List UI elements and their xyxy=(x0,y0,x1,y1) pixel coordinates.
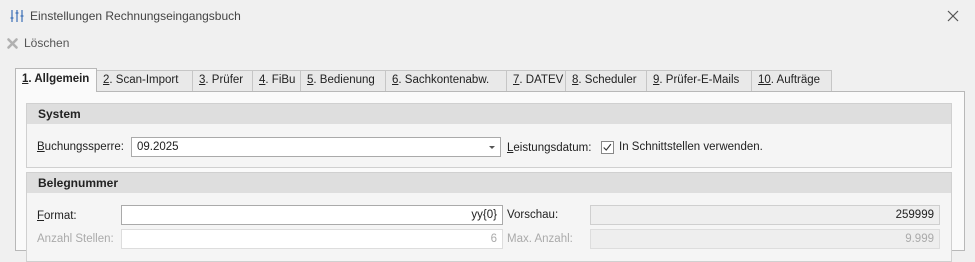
tab-bedienung[interactable]: 5. Bedienung xyxy=(300,70,386,91)
delete-icon xyxy=(7,37,18,49)
max-anzahl-field: 9.999 xyxy=(590,229,940,249)
tab-number: 10 xyxy=(758,74,771,86)
tab-scan-import[interactable]: 2. Scan-Import xyxy=(96,70,193,91)
max-anzahl-label: Max. Anzahl: xyxy=(507,233,573,245)
tab-panel-allgemein: System Buchungssperre: 09.2025 Leistungs… xyxy=(15,91,965,262)
buchungssperre-value: 09.2025 xyxy=(137,141,179,153)
window-title: Einstellungen Rechnungseingangsbuch xyxy=(30,9,241,23)
settings-sliders-icon xyxy=(10,10,24,22)
group-header-belegnummer: Belegnummer xyxy=(27,173,951,193)
buchungssperre-dropdown[interactable]: 09.2025 xyxy=(131,137,501,157)
label-accesskey: F xyxy=(37,210,45,222)
label-text: eistungsdatum: xyxy=(513,142,592,154)
label-text: ormat: xyxy=(44,210,77,222)
tab-auftraege[interactable]: 10. Aufträge xyxy=(751,70,832,91)
schnittstellen-label: In Schnittstellen verwenden. xyxy=(619,141,763,153)
tab-allgemein[interactable]: 1. Allgemein xyxy=(15,68,97,92)
tab-label: . Scheduler xyxy=(578,74,637,86)
group-header-system: System xyxy=(27,104,951,124)
tab-fibu[interactable]: 4. FiBu xyxy=(252,70,301,91)
anzahl-stellen-input[interactable]: 6 xyxy=(121,229,503,249)
close-icon[interactable] xyxy=(945,8,961,24)
tab-label: . Allgemein xyxy=(28,73,90,85)
vorschau-field: 259999 xyxy=(590,205,940,225)
checkmark-icon xyxy=(603,143,612,151)
label-accesskey: B xyxy=(37,141,45,153)
tab-scheduler[interactable]: 8. Scheduler xyxy=(565,70,647,91)
tab-label: . Prüfer xyxy=(205,74,244,86)
tab-label: . Aufträge xyxy=(770,74,821,86)
tab-pruefer[interactable]: 3. Prüfer xyxy=(192,70,253,91)
tab-label: . FiBu xyxy=(265,74,296,86)
label-text: uchungssperre: xyxy=(44,141,124,153)
group-belegnummer: Belegnummer Format: yy{0} Vorschau: 2599… xyxy=(26,172,952,262)
title-bar: Einstellungen Rechnungseingangsbuch xyxy=(0,0,975,32)
tab-label: . DATEV xyxy=(519,74,564,86)
tab-sachkontenabw[interactable]: 6. Sachkontenabw. xyxy=(385,70,507,91)
anzahl-stellen-label: Anzahl Stellen: xyxy=(37,233,114,245)
tab-pruefer-emails[interactable]: 9. Prüfer-E-Mails xyxy=(646,70,752,91)
dropdown-arrow-icon xyxy=(489,146,495,149)
delete-button[interactable]: Löschen xyxy=(6,34,69,52)
tab-datev[interactable]: 7. DATEV xyxy=(506,70,566,91)
tab-label: . Scan-Import xyxy=(109,74,179,86)
group-system: System Buchungssperre: 09.2025 Leistungs… xyxy=(26,103,952,168)
tab-label: . Sachkontenabw. xyxy=(398,74,490,86)
schnittstellen-checkbox[interactable] xyxy=(601,141,614,154)
delete-label: Löschen xyxy=(24,36,70,50)
format-input[interactable]: yy{0} xyxy=(121,205,503,225)
format-label: Format: xyxy=(37,210,77,222)
vorschau-label: Vorschau: xyxy=(507,209,559,221)
tab-label: . Prüfer-E-Mails xyxy=(659,74,740,86)
buchungssperre-label: Buchungssperre: xyxy=(37,141,124,153)
tab-label: . Bedienung xyxy=(313,74,375,86)
leistungsdatum-label: Leistungsdatum: xyxy=(507,142,591,154)
